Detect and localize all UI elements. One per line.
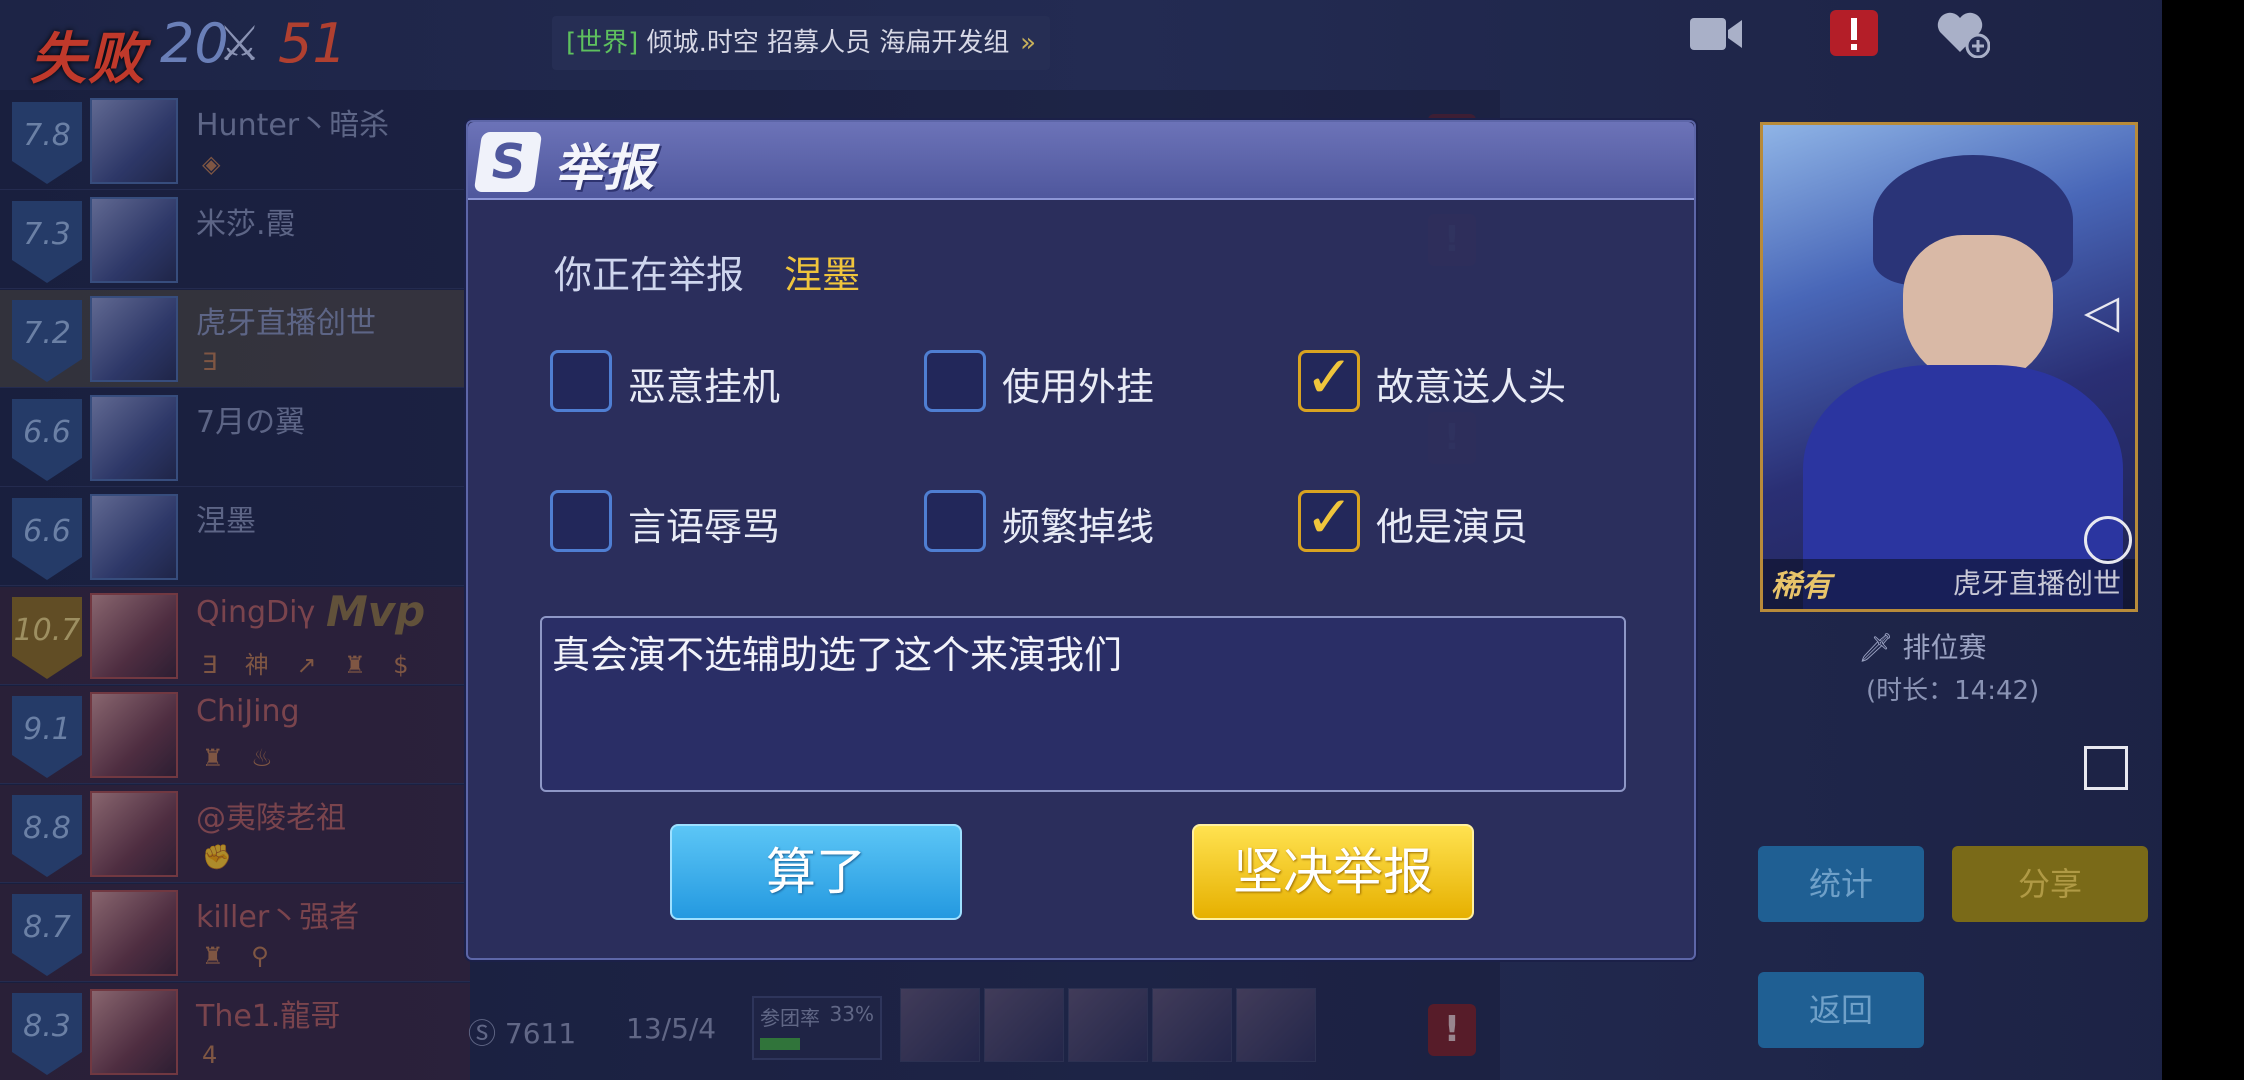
chat-channel-label: [世界] <box>566 28 639 58</box>
nav-home-circle-icon[interactable] <box>2084 516 2132 564</box>
hero-portrait-face <box>1903 235 2053 385</box>
dialog-header: S 举报 <box>468 122 1694 200</box>
reporting-target-line: 你正在举报 涅墨 <box>554 244 860 299</box>
team-score-right: 51 <box>278 12 347 75</box>
report-reason-option[interactable]: 恶意挂机 <box>550 350 890 414</box>
nav-recents-square-icon[interactable] <box>2084 746 2128 790</box>
hero-card: 虎牙直播创世 稀有 <box>1760 122 2138 612</box>
report-reason-label: 使用外挂 <box>1002 365 1155 409</box>
report-reason-label: 故意送人头 <box>1376 365 1567 409</box>
reported-player-name: 涅墨 <box>784 253 861 297</box>
report-reason-label: 他是演员 <box>1376 505 1529 549</box>
report-alert-icon[interactable] <box>1826 8 1882 58</box>
checkbox[interactable] <box>1298 343 1360 412</box>
versus-swords-icon: ⚔ <box>218 16 262 72</box>
app-logo-icon: S <box>473 132 543 192</box>
match-mode: 🗡 排位赛 <box>1858 631 1987 664</box>
screen-edge <box>2162 0 2244 1080</box>
report-reason-option[interactable]: 他是演员 <box>1298 483 1638 554</box>
checkbox[interactable] <box>1298 483 1360 552</box>
video-camera-icon[interactable] <box>1688 8 1744 58</box>
report-reason-label: 言语辱骂 <box>628 505 781 549</box>
report-dialog: S 举报 你正在举报 涅墨 恶意挂机使用外挂故意送人头言语辱骂频繁掉线他是演员 … <box>466 120 1696 960</box>
report-reason-label: 频繁掉线 <box>1002 505 1155 549</box>
chat-expand-icon[interactable]: » <box>1020 16 1036 70</box>
confirm-report-button[interactable]: 坚决举报 <box>1192 824 1474 920</box>
checkbox[interactable] <box>924 350 986 412</box>
chat-message-text: 倾城.时空 招募人员 海扁开发组 <box>646 28 1010 58</box>
like-heart-add-icon[interactable] <box>1934 8 1990 58</box>
back-button[interactable]: 返回 <box>1758 972 1924 1048</box>
reporting-prefix: 你正在举报 <box>554 253 745 297</box>
skin-rarity-badge: 稀有 <box>1771 569 1831 604</box>
checkbox[interactable] <box>924 490 986 552</box>
game-result-screen: 失败 20 ⚔ 51 [世界] 倾城.时空 招募人员 海扁开发组 » 7.8 Hu… <box>0 0 2244 1080</box>
checkbox[interactable] <box>550 490 612 552</box>
report-note-input[interactable]: 真会演不选辅助选了这个来演我们 <box>540 616 1626 792</box>
match-duration: (时长：14:42) <box>1866 676 2040 706</box>
world-chat-ticker[interactable]: [世界] 倾城.时空 招募人员 海扁开发组 » <box>552 16 1050 70</box>
ranked-sword-icon: 🗡 <box>1858 631 1894 664</box>
match-result-label: 失败 <box>30 27 146 92</box>
report-reason-option[interactable]: 言语辱骂 <box>550 490 890 554</box>
cancel-button[interactable]: 算了 <box>670 824 962 920</box>
stats-button[interactable]: 统计 <box>1758 846 1924 922</box>
share-button[interactable]: 分享 <box>1952 846 2148 922</box>
dialog-title: 举报 <box>554 139 654 197</box>
report-reason-option[interactable]: 频繁掉线 <box>924 490 1264 554</box>
report-reason-option[interactable]: 故意送人头 <box>1298 343 1638 414</box>
nav-back-triangle-icon[interactable]: ◁ <box>2084 284 2119 338</box>
checkbox[interactable] <box>550 350 612 412</box>
report-reason-option[interactable]: 使用外挂 <box>924 350 1264 414</box>
report-reason-label: 恶意挂机 <box>628 365 781 409</box>
